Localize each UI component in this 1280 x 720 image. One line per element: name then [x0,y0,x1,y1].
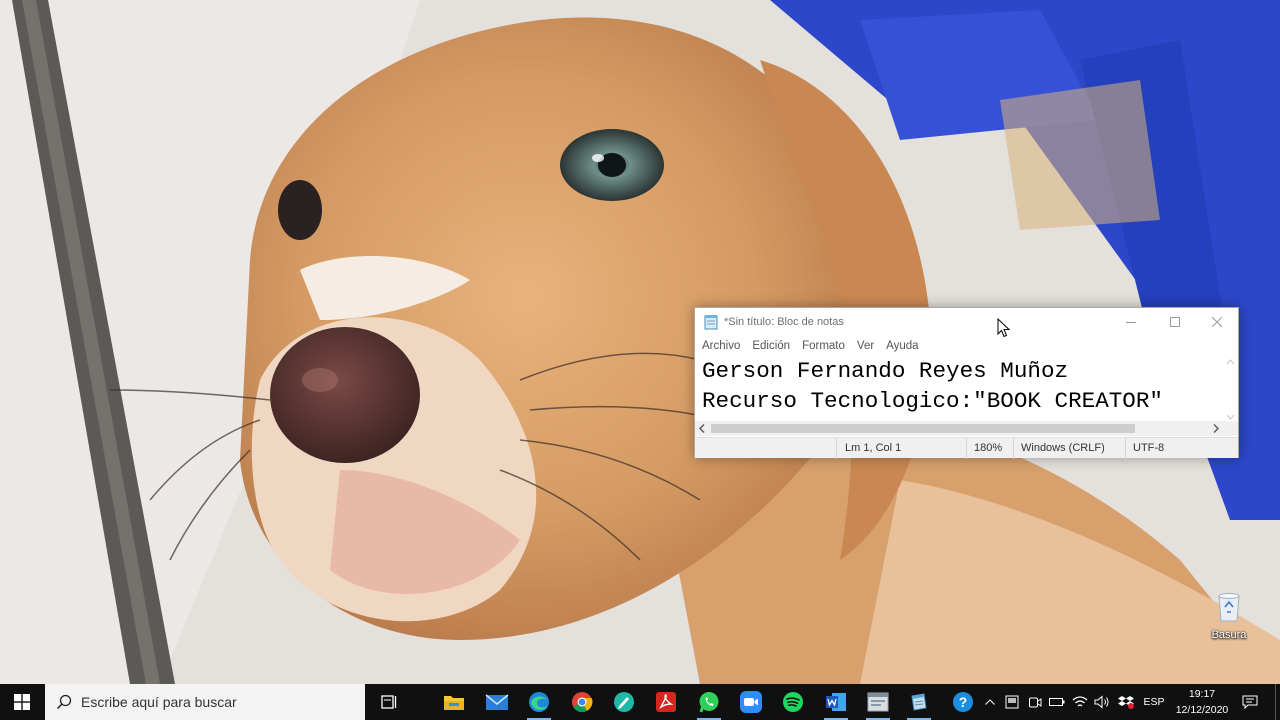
windows-logo-icon [14,694,30,710]
notifications-button[interactable] [1238,684,1262,720]
volume-button[interactable] [1092,684,1112,720]
recycle-bin-label: Basura [1211,629,1247,641]
zoom-button[interactable] [731,684,771,720]
menu-edicion[interactable]: Edición [752,340,790,352]
taskbar: Escribe aquí para buscar ? ESP 19:17 12/… [0,684,1280,720]
zoom-level: 180% [974,442,1003,454]
word-button[interactable] [816,684,856,720]
tray-app-icon [1005,695,1019,709]
mouse-cursor-icon [997,318,1010,338]
spotify-button[interactable] [773,684,813,720]
menu-ver[interactable]: Ver [857,340,874,352]
show-desktop-button[interactable] [1275,684,1280,720]
mail-button[interactable] [477,684,517,720]
minimize-button[interactable] [1109,308,1153,336]
task-view-icon [381,695,397,709]
status-divider [836,438,837,459]
status-divider [1013,438,1014,459]
chrome-icon [572,692,593,713]
scroll-left-icon[interactable] [698,424,706,433]
cursor-position: Lm 1, Col 1 [845,442,902,454]
tray-meet-button[interactable] [1026,684,1044,720]
whatsapp-button[interactable] [689,684,729,720]
taskbar-app-button[interactable] [858,684,898,720]
help-icon: ? [953,692,973,712]
edge-icon [529,692,549,712]
maximize-icon [1170,317,1180,327]
scroll-arrows-icon [1226,359,1235,420]
clock-time: 19:17 [1188,688,1216,700]
recycle-bin[interactable]: Basura [1206,592,1252,641]
text-editor-area[interactable]: Gerson Fernando Reyes Muñoz Recurso Tecn… [695,355,1239,427]
svg-text:?: ? [959,694,968,710]
acrobat-icon [656,692,676,712]
close-icon [1212,317,1222,327]
wifi-icon [1072,696,1088,707]
notepad-app-icon [704,315,718,330]
text-line-2: Recurso Tecnologico:"BOOK CREATOR" [702,388,1163,414]
sketch-app-button[interactable] [604,684,644,720]
network-button[interactable] [1070,684,1090,720]
tray-app-button[interactable] [1003,684,1021,720]
notepad-window[interactable]: *Sin título: Bloc de notas Archivo Edici… [694,307,1239,459]
horizontal-scrollbar[interactable] [695,421,1223,436]
search-placeholder: Escribe aquí para buscar [81,694,237,710]
notepad-icon [911,693,927,711]
notepad-taskbar-button[interactable] [899,684,939,720]
scroll-thumb[interactable] [711,424,1135,433]
zoom-icon [740,691,762,713]
volume-icon [1094,695,1109,709]
menu-formato[interactable]: Formato [802,340,845,352]
chrome-button[interactable] [562,684,602,720]
help-button[interactable]: ? [950,684,976,720]
menu-ayuda[interactable]: Ayuda [886,340,918,352]
spotify-icon [783,692,803,712]
status-bar: Lm 1, Col 1 180% Windows (CRLF) UTF-8 [695,437,1238,459]
recycle-bin-icon [1218,593,1240,622]
window-title: *Sin título: Bloc de notas [724,316,844,328]
task-view-button[interactable] [370,684,410,720]
menu-archivo[interactable]: Archivo [702,340,740,352]
notepad-titlebar[interactable]: *Sin título: Bloc de notas [695,308,1238,336]
menu-bar: Archivo Edición Formato Ver Ayuda [695,336,1238,355]
minimize-icon [1126,322,1136,323]
notification-icon [1242,695,1258,709]
battery-icon [1049,698,1065,706]
acrobat-button[interactable] [646,684,686,720]
close-button[interactable] [1195,308,1239,336]
chevron-up-icon [985,699,995,705]
whatsapp-icon [699,692,719,713]
meet-now-icon [1029,697,1042,708]
scroll-corner [1222,421,1238,436]
input-language[interactable]: ESP [1141,684,1167,720]
sketch-app-icon [614,692,634,712]
edge-button[interactable] [519,684,559,720]
status-divider [966,438,967,459]
search-box[interactable]: Escribe aquí para buscar [45,684,365,720]
start-button[interactable] [0,684,44,720]
file-explorer-icon [444,696,464,710]
scroll-right-icon[interactable] [1212,424,1220,433]
status-divider [1125,438,1126,459]
word-icon [826,693,846,711]
clock[interactable]: 19:17 12/12/2020 [1171,686,1233,718]
mail-icon [485,694,509,710]
text-line-1: Gerson Fernando Reyes Muñoz [702,358,1069,384]
encoding: UTF-8 [1133,442,1165,454]
search-icon [56,694,72,710]
maximize-button[interactable] [1153,308,1197,336]
battery-button[interactable] [1048,684,1066,720]
taskbar-app-icon [867,692,889,712]
line-ending: Windows (CRLF) [1021,442,1105,454]
file-explorer-button[interactable] [434,684,474,720]
vertical-scrollbar[interactable] [1223,355,1238,425]
dropbox-icon [1118,696,1134,709]
clock-date: 12/12/2020 [1175,704,1229,716]
dropbox-button[interactable] [1116,684,1136,720]
tray-expand-button[interactable] [982,684,998,720]
